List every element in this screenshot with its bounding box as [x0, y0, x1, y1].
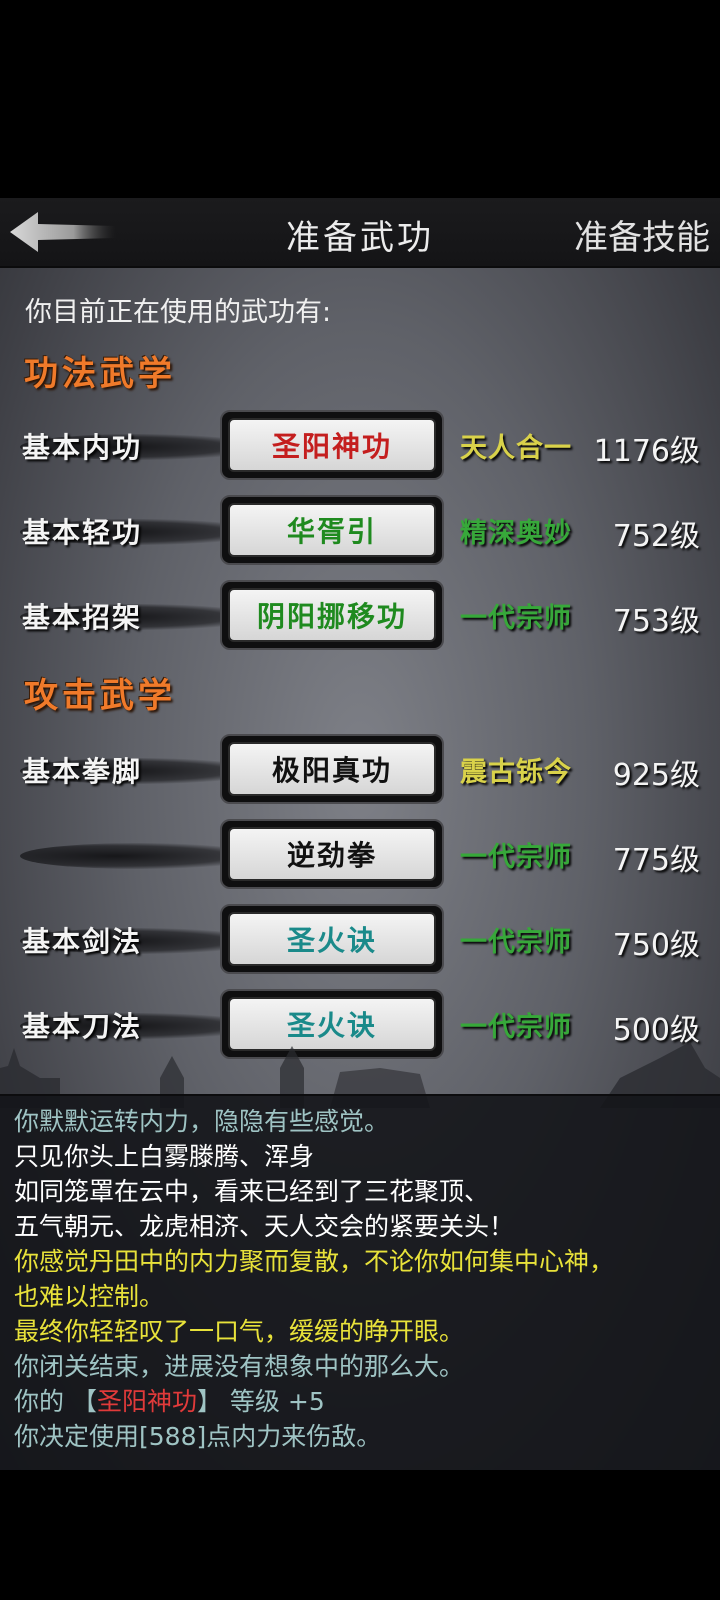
skill-category-label: 基本轻功: [22, 516, 143, 549]
log-line: 五气朝元、龙虎相济、天人交会的紧要关头！: [14, 1212, 515, 1241]
skill-level: 752级: [612, 519, 700, 554]
skill-row: 基本招架 阴阳挪移功 一代宗师 753级: [0, 580, 720, 654]
header-bar: 准备武功 准备技能: [0, 198, 720, 268]
skill-row: 逆劲拳 一代宗师 775级: [0, 819, 720, 893]
skill-name: 华胥引: [228, 503, 436, 557]
log-fragment: 【: [71, 1387, 97, 1416]
skill-button[interactable]: 极阳真功: [220, 734, 444, 804]
log-fragment: 】 等级 +5: [196, 1387, 325, 1416]
skill-name: 阴阳挪移功: [228, 588, 436, 642]
log-line: 最终你轻轻叹了一口气，缓缓的睁开眼。: [14, 1317, 465, 1346]
game-panel: 准备武功 准备技能 你目前正在使用的武功有: 功法武学 基本内功 圣阳神功 天人合一 1…: [0, 198, 720, 1470]
skill-rank: 震古铄今: [460, 757, 572, 788]
log-line: 你感觉丹田中的内力聚而复散，不论你如何集中心神，: [14, 1247, 615, 1276]
log-line: 只见你头上白雾滕腾、浑身: [14, 1142, 315, 1171]
skill-name: 圣阳神功: [228, 418, 436, 472]
log-line: 也难以控制。: [14, 1282, 165, 1311]
skill-rank: 一代宗师: [460, 603, 572, 634]
section-title: 攻击武学: [24, 676, 176, 716]
message-log: 你默默运转内力，隐隐有些感觉。 只见你头上白雾滕腾、浑身如同笼罩在云中，看来已经到…: [0, 1094, 720, 1470]
log-line: 你闭关结束，进展没有想象中的那么大。: [14, 1352, 465, 1381]
skill-name: 逆劲拳: [228, 827, 436, 881]
log-line: 你决定使用[588]点内力来伤敌。: [14, 1422, 382, 1451]
skill-name: 极阳真功: [228, 742, 436, 796]
log-line: 你的 【圣阳神功】 等级 +5: [14, 1382, 325, 1418]
skill-button[interactable]: 阴阳挪移功: [220, 580, 444, 650]
log-fragment: 你的: [14, 1387, 72, 1416]
skill-category-label: 基本招架: [22, 601, 143, 634]
skill-row: 基本拳脚 极阳真功 震古铄今 925级: [0, 734, 720, 808]
skill-rank: 天人合一: [460, 433, 572, 464]
skill-row: 基本内功 圣阳神功 天人合一 1176级: [0, 410, 720, 484]
skill-name: 圣火诀: [228, 912, 436, 966]
skill-rank: 精深奥妙: [460, 518, 572, 549]
log-fragment: 圣阳神功: [96, 1387, 197, 1416]
intro-text: 你目前正在使用的武功有:: [25, 297, 332, 328]
skill-level: 1176级: [593, 434, 700, 469]
skill-rank: 一代宗师: [460, 842, 572, 873]
tab-prepare-skills[interactable]: 准备技能: [574, 210, 710, 259]
skill-category-label: 基本内功: [22, 431, 143, 464]
skill-category-label: 基本拳脚: [22, 755, 143, 788]
skill-level: 750级: [612, 928, 700, 963]
log-line: 如同笼罩在云中，看来已经到了三花聚顶、: [14, 1177, 490, 1206]
skill-category-label: 基本剑法: [22, 925, 143, 958]
skill-row: 基本轻功 华胥引 精深奥妙 752级: [0, 495, 720, 569]
skill-level: 775级: [612, 843, 700, 878]
skill-button[interactable]: 华胥引: [220, 495, 444, 565]
section-title: 功法武学: [24, 354, 176, 394]
skill-level: 753级: [612, 604, 700, 639]
skill-button[interactable]: 圣阳神功: [220, 410, 444, 480]
skill-rank: 一代宗师: [460, 927, 572, 958]
skill-level: 925级: [612, 758, 700, 793]
skill-row: 基本剑法 圣火诀 一代宗师 750级: [0, 904, 720, 978]
log-line: 你默默运转内力，隐隐有些感觉。: [14, 1107, 390, 1136]
skill-button[interactable]: 逆劲拳: [220, 819, 444, 889]
skill-button[interactable]: 圣火诀: [220, 904, 444, 974]
